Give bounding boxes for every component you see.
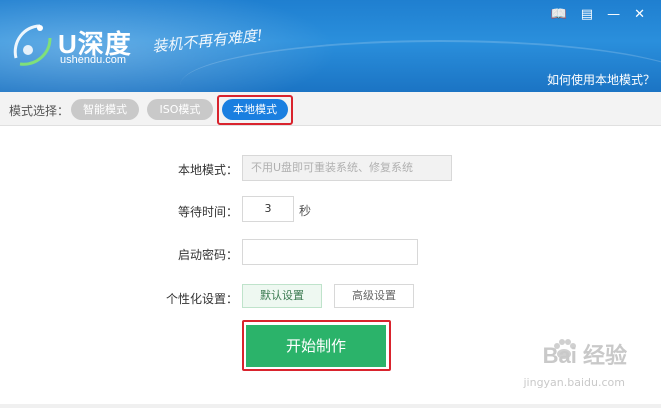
advanced-settings-button[interactable]: 高级设置 — [334, 284, 414, 308]
default-settings-button[interactable]: 默认设置 — [242, 284, 322, 308]
header-banner: U深度 ushendu.com 装机不再有难度! 📖 ▤ — ✕ 如何使用本地模… — [0, 0, 661, 92]
mode-bar: 模式选择： 智能模式 ISO模式 本地模式 — [0, 92, 661, 126]
watermark: Bai 经验 — [542, 343, 627, 368]
footer-strip — [0, 404, 661, 408]
watermark-url: jingyan.baidu.com — [523, 376, 625, 389]
local-mode-label: 本地模式： — [177, 163, 238, 177]
logo-icon — [13, 24, 52, 66]
message-icon[interactable]: ▤ — [581, 8, 593, 22]
highlight-box-start — [242, 320, 391, 371]
close-icon[interactable]: ✕ — [634, 8, 645, 22]
wait-time-label: 等待时间： — [177, 205, 238, 219]
minimize-icon[interactable]: — — [607, 8, 620, 22]
local-mode-field: 不用U盘即可重装系统、修复系统 — [242, 155, 452, 181]
boot-password-input[interactable] — [242, 239, 418, 265]
window-controls: 📖 ▤ — ✕ — [551, 8, 645, 22]
help-link[interactable]: 如何使用本地模式？ — [547, 71, 655, 88]
personalize-label: 个性化设置： — [165, 292, 238, 306]
app-window: U深度 ushendu.com 装机不再有难度! 📖 ▤ — ✕ 如何使用本地模… — [0, 0, 661, 408]
boot-password-label: 启动密码： — [177, 248, 238, 262]
highlight-box-local-mode — [217, 95, 293, 125]
wait-time-unit: 秒 — [299, 204, 312, 218]
wait-time-input[interactable]: 3 — [242, 196, 294, 222]
book-icon[interactable]: 📖 — [551, 8, 567, 22]
brand-url: ushendu.com — [60, 54, 127, 66]
tab-iso-mode[interactable]: ISO模式 — [147, 99, 213, 120]
mode-label: 模式选择： — [9, 104, 70, 118]
tab-smart-mode[interactable]: 智能模式 — [71, 99, 139, 120]
